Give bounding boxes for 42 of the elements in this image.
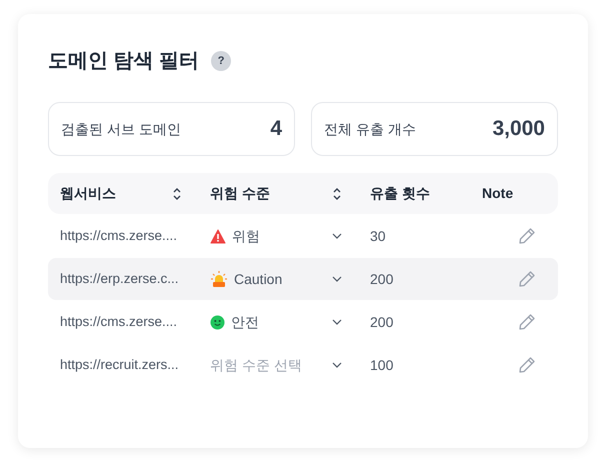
risk-select[interactable]: 위험 — [210, 226, 342, 246]
table-row[interactable]: https://recruit.zers... 위험 수준 선택 100 — [48, 344, 558, 386]
select-placeholder: 위험 수준 선택 — [210, 356, 302, 374]
chevron-down-icon — [332, 233, 342, 239]
stat-label: 전체 유출 개수 — [324, 120, 416, 138]
count-cell: 30 — [370, 228, 386, 244]
chevron-down-icon — [332, 276, 342, 282]
count-cell: 100 — [370, 356, 394, 372]
table-row[interactable]: https://cms.zerse.... 위험 30 — [48, 215, 558, 257]
chevron-down-icon — [332, 319, 342, 325]
table-row[interactable]: https://cms.zerse.... 안전 200 — [48, 301, 558, 343]
count-cell: 200 — [370, 314, 394, 330]
risk-label: 위험 — [232, 226, 260, 246]
url-cell: https://cms.zerse.... — [60, 228, 178, 244]
chevron-down-icon — [332, 362, 342, 368]
warning-icon — [210, 228, 226, 244]
stat-label: 검출된 서브 도메인 — [61, 120, 181, 138]
risk-label: 안전 — [231, 312, 259, 332]
url-cell: https://cms.zerse.... — [60, 314, 178, 330]
pencil-icon[interactable] — [518, 270, 536, 288]
help-button[interactable]: ? — [211, 51, 232, 71]
column-header: 유출 횟수 — [370, 184, 430, 203]
column-header: 웹서비스 — [60, 184, 116, 203]
page-title: 도메인 탐색 필터 — [48, 49, 200, 74]
risk-select[interactable]: 안전 — [210, 312, 342, 332]
url-cell: https://erp.zerse.c... — [60, 271, 179, 286]
count-cell: 200 — [370, 270, 394, 286]
pencil-icon[interactable] — [518, 313, 536, 331]
pencil-icon[interactable] — [518, 356, 536, 374]
sort-icon[interactable] — [172, 186, 182, 200]
url-cell: https://recruit.zers... — [60, 357, 179, 372]
stat-value: 3,000 — [492, 116, 545, 142]
table-row[interactable]: https://erp.zerse.c... Caution 200 — [48, 258, 558, 300]
stat-value: 4 — [270, 116, 282, 142]
risk-select[interactable]: Caution — [210, 268, 342, 290]
smiley-icon — [210, 314, 225, 330]
column-header: Note — [482, 184, 514, 203]
risk-label: Caution — [234, 270, 282, 288]
column-header: 위험 수준 — [210, 184, 270, 203]
siren-icon — [210, 270, 228, 288]
sort-icon[interactable] — [332, 186, 342, 200]
pencil-icon[interactable] — [518, 227, 536, 245]
